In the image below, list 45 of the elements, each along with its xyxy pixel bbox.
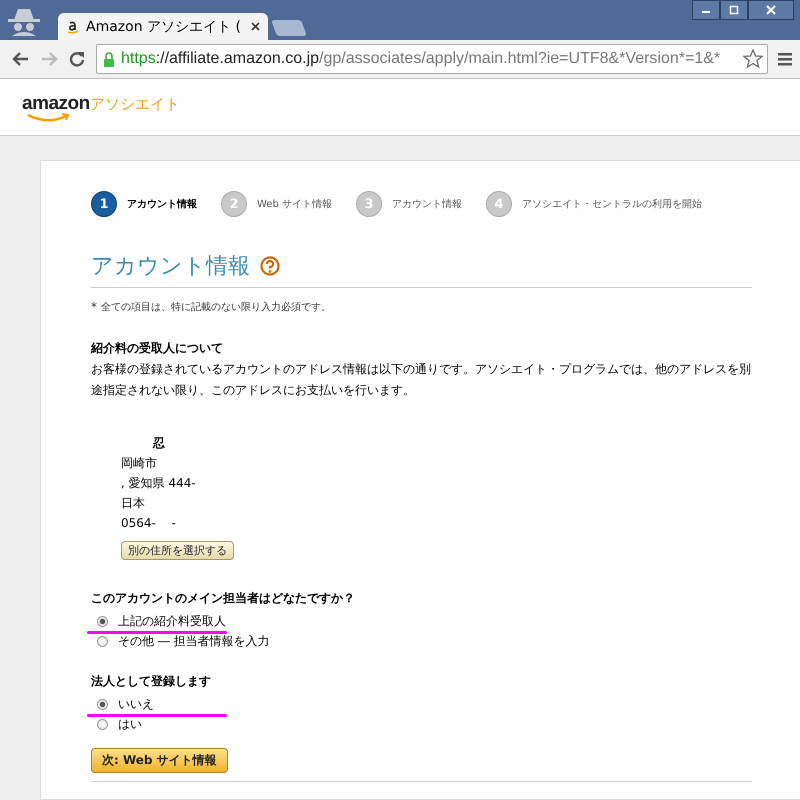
next-button[interactable]: 次: Web サイト情報 [91,748,228,773]
maximize-icon [729,5,739,15]
new-tab-button[interactable] [271,20,307,36]
radio-button[interactable] [97,616,108,626]
menu-icon[interactable] [778,52,792,66]
question-heading: 法人として登録します [91,673,212,690]
asterisk: * [91,300,97,314]
close-button[interactable] [748,0,794,20]
page-title: アカウント情報 [91,253,250,281]
browser-tab[interactable]: Amazon アソシエイト ( [58,13,268,40]
select-address-button[interactable]: 別の住所を選択する [121,541,234,560]
section-heading: 紹介料の受取人について [91,340,224,357]
address-line: , 愛知県 444- [121,475,196,492]
required-note: 全ての項目は、特に記載のない限り入力必須です。 [101,300,331,314]
amazon-favicon-icon [66,20,80,34]
payee-name: 忍 [152,435,165,452]
close-tab-icon[interactable] [251,22,260,31]
amazon-associates-logo[interactable]: amazonアソシエイト [22,93,180,121]
question-heading: このアカウントのメイン担当者はどなたですか？ [91,590,356,607]
step-label: アカウント情報 [392,198,462,211]
option-label[interactable]: その他 ― 担当者情報を入力 [118,632,270,650]
incognito-icon [6,6,42,36]
radio-button[interactable] [97,636,108,646]
maximize-button[interactable] [720,0,748,20]
address-line: 日本 [121,495,145,512]
help-icon[interactable] [260,256,280,276]
radio-button[interactable] [97,698,108,710]
radio-button[interactable] [97,718,108,730]
address-line: 0564- - [121,515,176,532]
option-label[interactable]: いいえ [118,696,154,712]
description-text: お客様の登録されているアカウントのアドレス情報は以下の通りです。アソシエイト・プログラムでは、他のアドレスを別途指定されない限り、このアドレスにお支払いを行います。 [91,361,752,399]
option-label[interactable]: 上記の紹介料受取人 [118,612,226,630]
step-number: 1 [91,191,117,217]
option-label[interactable]: はい [118,716,142,732]
reload-icon[interactable] [68,50,86,68]
star-icon[interactable] [743,49,763,69]
address-bar[interactable]: https://affiliate.amazon.co.jp/gp/associates/apply/main.html?ie=UTF8&*Version*=1&* [96,44,768,74]
back-icon[interactable] [12,51,30,67]
step-label: アカウント情報 [127,198,197,211]
step-label: アソシエイト・セントラルの利用を開始 [522,198,702,211]
minimize-button[interactable] [692,0,720,20]
close-icon [766,5,776,15]
lock-icon [103,52,115,66]
address-line: 岡崎市 [121,455,157,472]
step-label: Web サイト情報 [257,198,332,211]
